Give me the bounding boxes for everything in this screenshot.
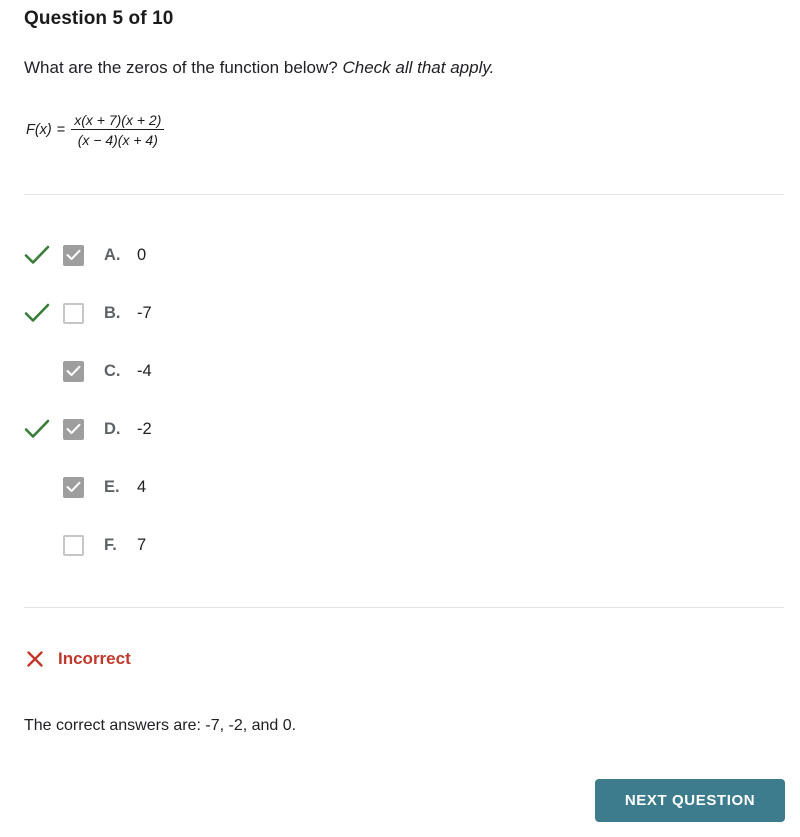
formula-function-name: F(x) [26,122,52,138]
next-question-button[interactable]: NEXT QUESTION [595,779,785,822]
answer-option-value: 4 [137,477,147,496]
answer-checkbox[interactable] [63,476,84,498]
answer-checkbox[interactable] [63,534,84,556]
formula-denominator: (x − 4)(x + 4) [77,132,158,148]
answer-option-letter: E. [104,477,120,496]
answer-checkbox[interactable] [63,302,84,324]
answer-option-value: 0 [137,245,147,264]
question-instruction: Check all that apply. [342,58,495,77]
correct-answer-slot-empty [24,474,54,500]
feedback-banner: Incorrect [24,648,131,670]
answer-option-row[interactable]: B. -7 [0,284,800,342]
answer-options-list: A. 0 B. -7 C. -4 D. -2 E. 4 F. 7 [0,226,800,574]
answer-option-letter: F. [104,535,117,554]
function-formula: F(x) = x(x + 7)(x + 2) (x − 4)(x + 4) [26,112,165,148]
status-badge: Incorrect [58,649,131,668]
question-prompt: What are the zeros of the function below… [24,58,494,78]
question-text: What are the zeros of the function below… [24,58,338,77]
divider-above-options [24,194,784,195]
answer-option-row[interactable]: A. 0 [0,226,800,284]
divider-below-options [24,607,784,608]
answer-option-letter: C. [104,361,121,380]
answer-option-row[interactable]: D. -2 [0,400,800,458]
answer-checkbox[interactable] [63,360,84,382]
answer-checkbox[interactable] [63,418,84,440]
formula-fraction: x(x + 7)(x + 2) (x − 4)(x + 4) [71,112,165,148]
answer-option-value: 7 [137,535,147,554]
answer-option-row[interactable]: E. 4 [0,458,800,516]
answer-option-letter: D. [104,419,121,438]
answer-option-row[interactable]: F. 7 [0,516,800,574]
formula-numerator: x(x + 7)(x + 2) [74,112,162,128]
answer-option-value: -4 [137,361,152,380]
correct-answer-check-icon [24,416,54,442]
answer-option-value: -7 [137,303,152,322]
x-mark-icon [24,648,46,670]
correct-answer-slot-empty [24,532,54,558]
answer-option-letter: B. [104,303,121,322]
page-title: Question 5 of 10 [24,8,174,29]
quiz-page: Question 5 of 10 What are the zeros of t… [0,0,800,837]
answer-option-letter: A. [104,245,121,264]
correct-answers-explanation: The correct answers are: -7, -2, and 0. [24,717,297,734]
correct-answer-check-icon [24,300,54,326]
answer-option-value: -2 [137,419,152,438]
correct-answer-check-icon [24,242,54,268]
answer-option-row[interactable]: C. -4 [0,342,800,400]
formula-equals-sign: = [56,122,66,138]
answer-checkbox[interactable] [63,244,84,266]
correct-answer-slot-empty [24,358,54,384]
